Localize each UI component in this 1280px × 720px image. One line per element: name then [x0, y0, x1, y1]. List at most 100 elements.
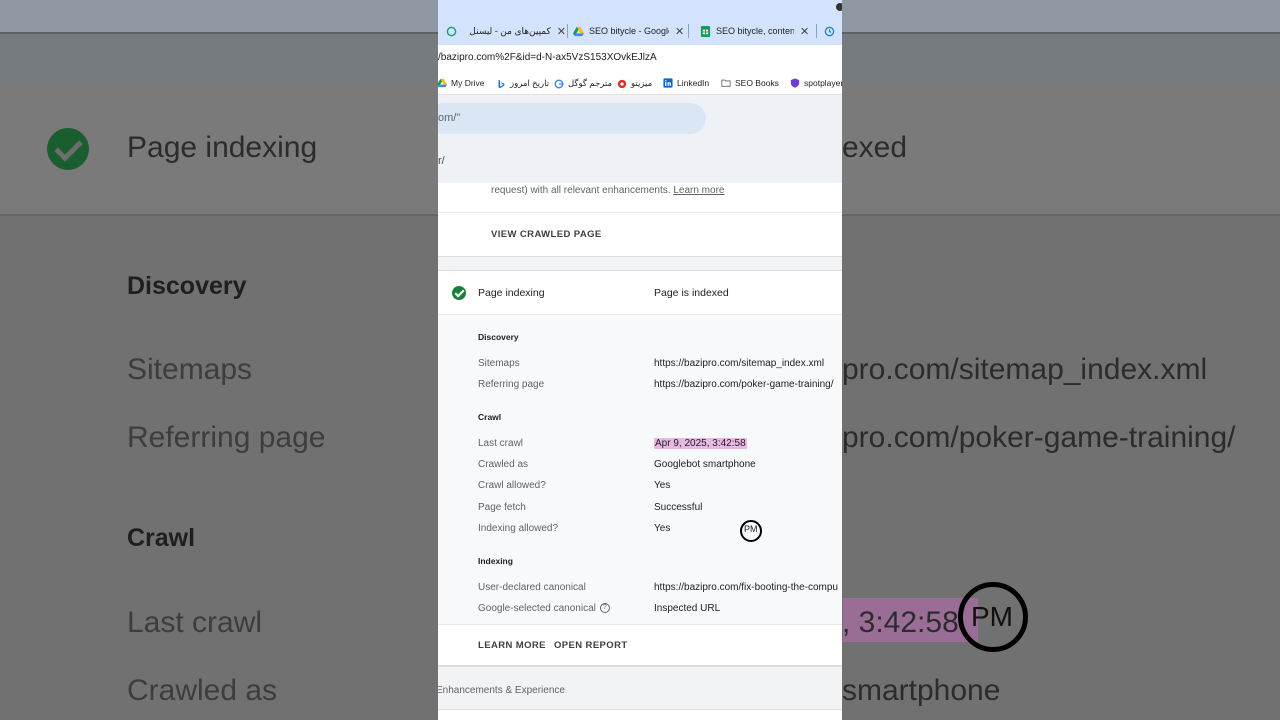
crawl-section-header: Crawl — [478, 412, 502, 422]
bookmark-mizito-label: میزیتو — [631, 78, 653, 88]
url-inspection-header: om/" r/ — [438, 95, 842, 183]
bg-cursor-ring: PM — [958, 582, 1028, 652]
page-fetch-label: Page fetch — [478, 502, 526, 513]
shield-icon — [790, 78, 800, 88]
bookmark-google-translate-label: مترجم گوگل — [568, 78, 613, 88]
bing-icon — [498, 79, 505, 88]
enhancements-label: Enhancements & Experience — [438, 685, 565, 696]
tab-strip: کمپین‌های من - لیسنل ✕ SEO bitycle - Goo… — [438, 0, 842, 45]
referring-page-label: Referring page — [478, 379, 545, 390]
indexing-section-header: Indexing — [478, 556, 513, 566]
live-test-card: request) with all relevant enhancements.… — [438, 183, 842, 257]
tab-campaigns-close[interactable]: ✕ — [557, 25, 566, 38]
bg-sitemaps-label: Sitemaps — [127, 353, 253, 386]
bookmark-spotplayer-label: spotplayer — [804, 78, 842, 88]
google-icon — [554, 79, 564, 88]
user-canonical-value[interactable]: https://bazipro.com/fix-booting-the-comp… — [654, 582, 838, 593]
tab-seo-bitycle-drive[interactable]: SEO bitycle - Google ✕ — [573, 17, 686, 45]
bookmark-seo-books[interactable]: SEO Books — [721, 78, 779, 88]
tab-seo-bitycle-sheets-close[interactable]: ✕ — [800, 25, 809, 38]
inspect-url-text[interactable]: om/" — [438, 112, 460, 124]
view-crawled-page-button[interactable]: VIEW CRAWLED PAGE — [491, 229, 602, 240]
bookmark-linkedin[interactable]: LinkedIn — [663, 78, 709, 88]
bookmark-my-drive[interactable]: My Drive — [438, 78, 485, 88]
bg-discovery-header: Discovery — [127, 272, 247, 300]
address-url[interactable]: /bazipro.com%2F&id=d-N-ax5VzS153XOvkEJlz… — [438, 52, 657, 63]
tab-history[interactable] — [824, 17, 842, 45]
tab-seo-bitycle-sheets[interactable]: SEO bitycle, content ✕ — [700, 17, 812, 45]
cursor-click-indicator: PM — [740, 520, 762, 542]
user-canonical-label: User-declared canonical — [478, 582, 586, 593]
sitemaps-value[interactable]: https://bazipro.com/sitemap_index.xml — [654, 358, 824, 369]
indexing-allowed-value: Yes — [654, 523, 671, 534]
folder-icon — [721, 79, 731, 87]
inspected-url-path: r/ — [438, 155, 445, 167]
google-canonical-value: Inspected URL — [654, 603, 721, 614]
learn-more-button[interactable]: LEARN MORE — [478, 640, 546, 651]
browser-window: کمپین‌های من - لیسنل ✕ SEO bitycle - Goo… — [438, 0, 842, 720]
address-bar[interactable]: /bazipro.com%2F&id=d-N-ax5VzS153XOvkEJlz… — [438, 45, 842, 72]
bookmark-spotplayer[interactable]: spotplayer — [790, 78, 842, 88]
mizito-icon — [617, 79, 627, 88]
bookmark-my-drive-label: My Drive — [451, 78, 485, 88]
last-crawl-value: Apr 9, 2025, 3:42:58 — [654, 438, 747, 449]
bg-sitemaps-value: pro.com/sitemap_index.xml — [842, 353, 1208, 386]
tab-separator — [688, 24, 689, 38]
crawl-allowed-label: Crawl allowed? — [478, 480, 546, 491]
last-crawl-highlight: Apr 9, 2025, 3:42:58 — [654, 438, 747, 449]
indexing-allowed-label: Indexing allowed? — [478, 523, 559, 534]
page-indexing-header[interactable]: Page indexing Page is indexed — [438, 271, 842, 315]
referring-page-value[interactable]: https://bazipro.com/poker-game-training/ — [654, 379, 834, 390]
google-canonical-label: Google-selected canonical? — [478, 603, 610, 614]
circle-arrow-icon — [446, 26, 457, 36]
bg-last-crawl-value: , 3:42:58 — [842, 606, 959, 639]
bookmark-google-translate[interactable]: مترجم گوگل — [554, 78, 612, 89]
bookmarks-bar: My Drive تاریخ امروز مترجم گوگل میزیتو L… — [438, 72, 842, 95]
tab-separator — [816, 24, 817, 38]
tab-strip-top — [438, 0, 842, 17]
google-sheets-icon — [700, 25, 711, 37]
tab-campaigns[interactable]: کمپین‌های من - لیسنل ✕ — [446, 17, 566, 45]
bg-last-crawl-label: Last crawl — [127, 606, 263, 639]
linkedin-icon — [663, 78, 673, 88]
history-icon — [824, 26, 835, 36]
tab-separator — [567, 24, 568, 38]
google-drive-icon — [573, 26, 584, 36]
bg-referring-value: pro.com/poker-game-training/ — [842, 421, 1236, 454]
card-description-text: request) with all relevant enhancements. — [491, 185, 671, 196]
page-indexing-card: Page indexing Page is indexed Discovery … — [438, 271, 842, 667]
discovery-section-header: Discovery — [478, 332, 519, 342]
card-actions: LEARN MORE OPEN REPORT — [438, 624, 842, 667]
crawled-as-label: Crawled as — [478, 459, 529, 470]
bg-referring-label: Referring page — [127, 421, 326, 454]
card-gap — [438, 257, 842, 271]
screen: Page indexing exed Discovery Sitemaps pr… — [0, 0, 1280, 720]
crawl-allowed-value: Yes — [654, 480, 671, 491]
bg-crawled-as-label: Crawled as — [127, 674, 278, 707]
next-card-edge — [438, 709, 842, 720]
tab-seo-bitycle-drive-close[interactable]: ✕ — [675, 25, 684, 38]
report-content: request) with all relevant enhancements.… — [438, 183, 842, 720]
help-icon[interactable]: ? — [599, 603, 610, 614]
page-fetch-value: Successful — [654, 502, 703, 513]
last-crawl-label: Last crawl — [478, 438, 524, 449]
page-indexing-title: Page indexing — [478, 287, 545, 299]
bg-crawled-as-value: smartphone — [842, 674, 1001, 707]
bookmark-seo-books-label: SEO Books — [735, 78, 779, 88]
bg-crawl-header: Crawl — [127, 524, 196, 552]
page-indexing-status: Page is indexed — [654, 287, 729, 299]
learn-more-link[interactable]: Learn more — [673, 185, 724, 196]
bookmark-mizito[interactable]: میزیتو — [617, 78, 652, 89]
tab-seo-bitycle-sheets-title: SEO bitycle, content — [716, 26, 794, 36]
divider — [438, 212, 842, 213]
tab-seo-bitycle-drive-title: SEO bitycle - Google — [589, 26, 669, 36]
inspect-url-input[interactable]: om/" — [438, 103, 706, 134]
bookmark-today-date[interactable]: تاریخ امروز — [496, 78, 549, 89]
tab-campaigns-title: کمپین‌های من - لیسنل — [469, 25, 551, 36]
google-canonical-label-text: Google-selected canonical — [478, 603, 596, 614]
window-control-dot[interactable] — [836, 3, 842, 11]
check-circle-icon — [452, 286, 466, 300]
sitemaps-label: Sitemaps — [478, 358, 520, 369]
bg-cursor-ring-text: PM — [971, 601, 1013, 632]
open-report-button[interactable]: OPEN REPORT — [554, 640, 628, 651]
